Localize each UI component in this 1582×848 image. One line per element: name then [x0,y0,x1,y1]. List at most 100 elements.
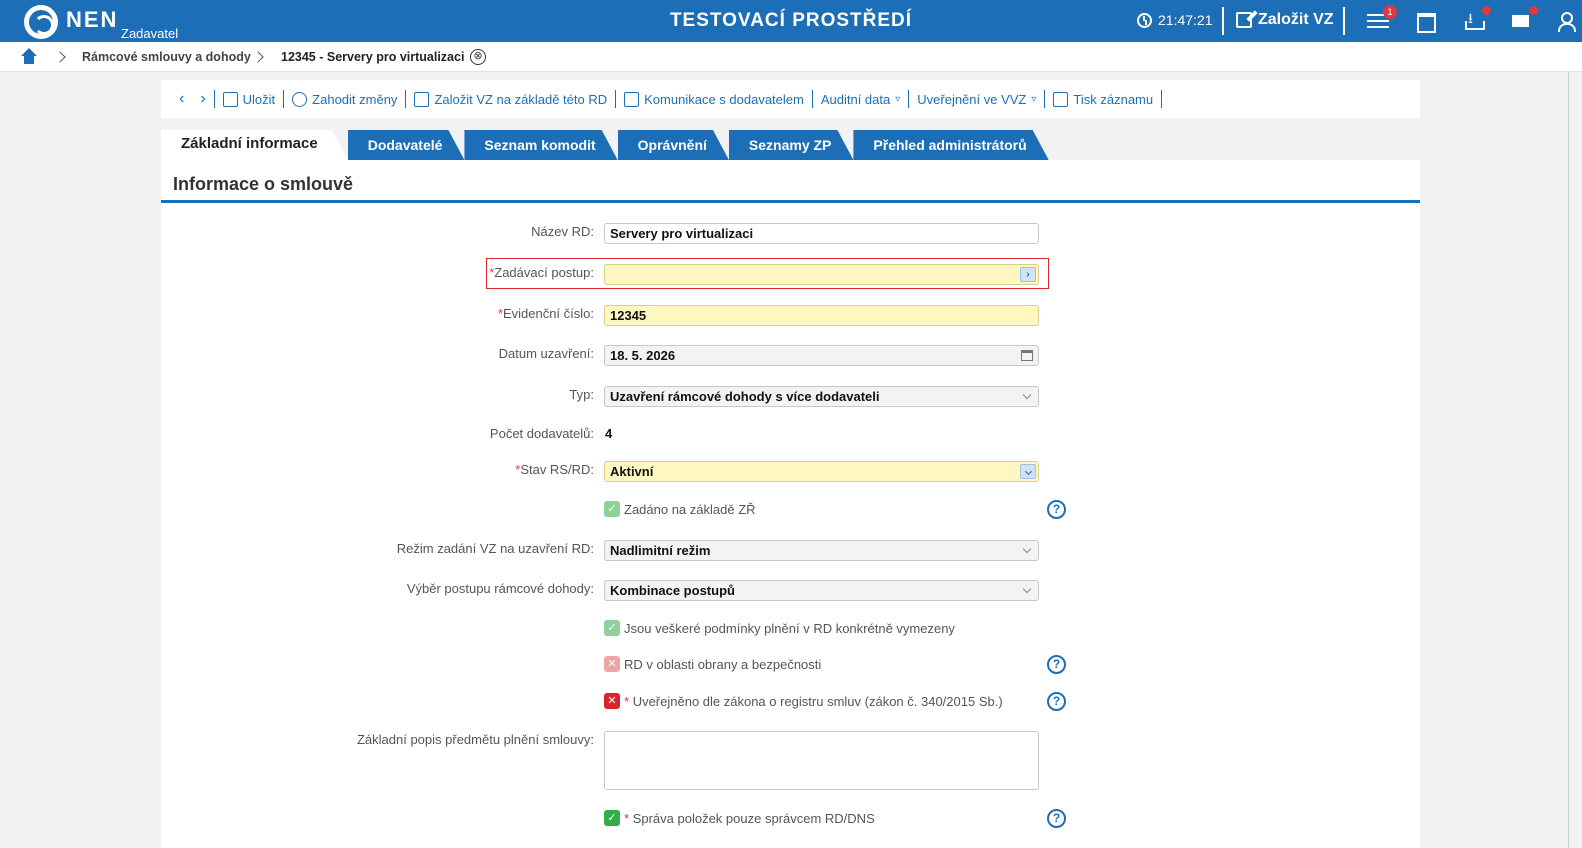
typ-label: Typ: [569,387,594,402]
create-vz-from-rd-label: Založit VZ na základě této RD [434,91,608,107]
registr-label: * Uveřejněno dle zákona o registru smluv… [624,694,1003,709]
datum-uzavreni-label: Datum uzavření: [498,346,594,361]
home-icon[interactable] [20,48,38,66]
notification-dot [1529,6,1538,15]
nazev-rd-input[interactable]: Servery pro virtualizaci [604,223,1039,244]
registr-checkbox[interactable]: ✕ [604,693,620,709]
publish-vvz-dropdown[interactable]: Uveřejnění ve VVZ ▿ [909,90,1044,108]
help-icon[interactable]: ? [1047,809,1066,828]
clock-icon [1137,12,1152,28]
user-icon[interactable] [1555,10,1577,32]
dropdown-triangle-icon: ▿ [1031,93,1037,105]
save-label: Uložit [242,91,276,107]
rezim-select[interactable]: Nadlimitní režim [604,540,1039,561]
typ-value: Uzavření rámcové dohody s více dodavatel… [610,389,880,404]
registr-label-text: Uveřejněno dle zákona o registru smluv (… [632,694,1003,709]
chevron-down-icon [1022,390,1032,400]
sprava-label-text: Správa položek pouze správcem RD/DNS [632,811,875,826]
stav-label: *Stav RS/RD: [515,462,594,477]
edit-icon [1236,12,1252,28]
clipboard-icon [624,91,640,107]
create-vz-from-rd-button[interactable]: Založit VZ na základě této RD [406,90,615,108]
chevron-right-icon [54,51,66,63]
vyber-postupu-select[interactable]: Kombinace postupů [604,580,1039,601]
tab-zakladni-informace[interactable]: Základní informace [161,130,348,160]
section-divider [161,200,1420,203]
chevron-down-icon [1022,544,1032,554]
pocet-dodavatelu-label: Počet dodavatelů: [489,426,594,441]
printer-icon [1053,91,1069,107]
create-vz-label: Založit VZ [1258,11,1334,28]
obrana-checkbox[interactable]: ✕ [604,656,620,672]
dropdown-triangle-icon: ▿ [895,93,901,105]
discard-changes-button[interactable]: Zahodit změny [284,90,405,108]
menu-icon[interactable]: 1 [1367,5,1397,32]
tab-seznam-komodit[interactable]: Seznam komodit [464,130,617,160]
tab-seznamy-zp[interactable]: Seznamy ZP [729,130,853,160]
zadano-checkbox[interactable]: ✓ [604,501,620,517]
vyber-postupu-label: Výběr postupu rámcové dohody: [406,581,594,596]
close-icon[interactable]: ⊗ [470,49,486,65]
back-button[interactable]: ‹ [171,90,192,108]
evidencni-cislo-input[interactable]: 12345 [604,305,1039,326]
download-icon[interactable] [1463,6,1491,32]
tab-prehled-administratoru[interactable]: Přehled administrátorů [853,130,1048,160]
notification-dot [1482,6,1491,15]
breadcrumb-item-current: 12345 - Servery pro virtualizaci [281,50,465,64]
zadavaci-postup-label-text: Zadávací postup: [494,265,594,280]
datum-uzavreni-value: 18. 5. 2026 [610,348,676,363]
tab-bar: Základní informace Dodavatelé Seznam kom… [161,130,1049,160]
zadavaci-postup-label: *Zadávací postup: [489,265,594,280]
save-button[interactable]: Uložit [215,90,284,108]
rezim-value: Nadlimitní režim [610,543,711,558]
help-icon[interactable]: ? [1047,655,1066,674]
divider [1222,7,1224,35]
chevron-down-icon[interactable] [1020,464,1036,479]
popis-label: Základní popis předmětu plnění smlouvy: [356,732,594,747]
evidencni-cislo-label-text: Evidenční číslo: [502,306,594,321]
zadavaci-postup-input[interactable]: › [604,264,1039,285]
contract-info-panel: Informace o smlouvě Název RD: Servery pr… [161,160,1420,848]
mail-icon[interactable] [1510,6,1538,32]
discard-label: Zahodit změny [312,91,398,107]
help-icon[interactable]: ? [1047,692,1066,711]
chevron-down-icon [1022,584,1032,594]
required-mark: * [624,694,630,709]
evidencni-cislo-label: *Evidenční číslo: [498,306,594,321]
save-icon [222,91,238,107]
chevron-right-icon [252,51,264,63]
datum-uzavreni-input[interactable]: 18. 5. 2026 [604,345,1039,366]
podminky-checkbox[interactable]: ✓ [604,620,620,636]
calendar-icon[interactable] [1414,10,1436,33]
stav-select[interactable]: Aktivní [604,461,1039,482]
nazev-rd-label: Název RD: [531,224,594,239]
typ-select[interactable]: Uzavření rámcové dohody s více dodavatel… [604,386,1039,407]
print-record-button[interactable]: Tisk záznamu [1045,90,1161,108]
sprava-checkbox[interactable]: ✓ [604,810,620,826]
divider [1343,7,1345,35]
obrana-label: RD v oblasti obrany a bezpečnosti [624,657,822,672]
record-toolbar: ‹ › Uložit Zahodit změny Založit VZ na z… [161,80,1420,118]
toolbar-divider [1161,90,1163,108]
audit-data-dropdown[interactable]: Auditní data ▿ [813,90,908,108]
section-title: Informace o smlouvě [173,174,354,194]
undo-icon [292,91,308,107]
supplier-communication-button[interactable]: Komunikace s dodavatelem [616,90,812,108]
print-label: Tisk záznamu [1073,91,1154,107]
clock-time: 21:47:21 [1158,12,1213,28]
podminky-label: Jsou veškeré podmínky plnění v RD konkré… [624,621,955,636]
create-vz-button[interactable]: Založit VZ [1236,11,1334,29]
vyber-postupu-value: Kombinace postupů [610,583,735,598]
lookup-chevron-icon[interactable]: › [1020,267,1036,282]
help-icon[interactable]: ? [1047,500,1066,519]
pocet-dodavatelu-value: 4 [605,426,613,441]
calendar-icon[interactable] [1021,350,1033,361]
scrollbar-track[interactable] [1568,72,1569,848]
forward-button[interactable]: › [192,90,213,108]
breadcrumb-item-ramcove-smlouvy[interactable]: Rámcové smlouvy a dohody [82,50,251,64]
popis-textarea[interactable] [604,731,1039,790]
tab-dodavatele[interactable]: Dodavatelé [348,130,465,160]
tab-opravneni[interactable]: Oprávnění [618,130,729,160]
top-bar: NEN Zadavatel TESTOVACÍ PROSTŘEDÍ 21:47:… [0,0,1582,42]
audit-label: Auditní data [820,91,891,107]
